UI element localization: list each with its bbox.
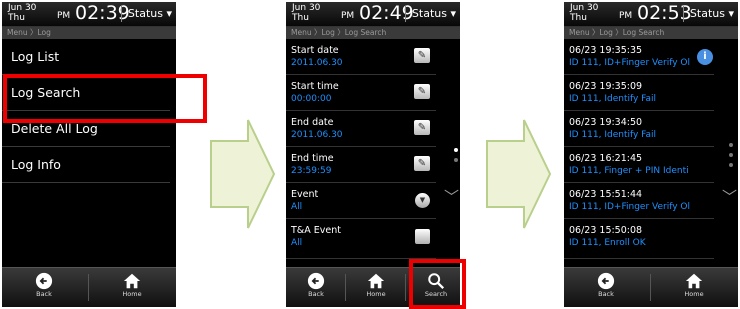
- home-label: Home: [366, 290, 386, 298]
- home-button[interactable]: Home: [358, 268, 394, 307]
- nav-divider: [88, 274, 89, 301]
- device-screen-log-menu: Jun 30 Thu PM 02:39 Status ▾ Menu 〉Log L…: [2, 2, 176, 307]
- bottom-nav-bar: Back Home: [2, 267, 176, 307]
- log-detail: ID 111, Enroll OK: [569, 238, 646, 248]
- event-field[interactable]: Event All ▼: [286, 183, 436, 219]
- date-display: Jun 30 Thu: [8, 3, 37, 23]
- back-arrow-icon: [307, 272, 325, 290]
- menu-item-log-info[interactable]: Log Info: [2, 147, 170, 183]
- breadcrumb: Menu 〉Log 〉Log Search: [286, 27, 460, 39]
- log-datetime: 06/23 19:35:09: [569, 81, 643, 92]
- checkbox[interactable]: [415, 229, 430, 244]
- home-label: Home: [122, 290, 142, 298]
- status-bar: Jun 30 Thu PM 02:39 Status ▾: [2, 2, 176, 27]
- log-detail: ID 111, ID+Finger Verify Ol: [569, 58, 690, 68]
- ta-event-field[interactable]: T&A Event All: [286, 219, 436, 259]
- status-menu-button[interactable]: Status ▾: [682, 6, 738, 22]
- log-datetime: 06/23 19:34:50: [569, 117, 643, 128]
- device-screen-search-results: Jun 30 Thu PM 02:53 Status ▾ Menu 〉Log 〉…: [564, 2, 738, 307]
- flow-arrow-icon: [210, 119, 276, 229]
- log-datetime: 06/23 16:21:45: [569, 153, 643, 164]
- dropdown-icon[interactable]: ▼: [415, 193, 430, 208]
- date-display: Jun 30 Thu: [570, 3, 599, 23]
- status-menu-button[interactable]: Status ▾: [404, 6, 460, 22]
- home-icon: [367, 273, 385, 289]
- log-result-row[interactable]: 06/23 19:35:09 ID 111, Identify Fail: [564, 75, 714, 111]
- start-time-field[interactable]: Start time 00:00:00 ✎: [286, 75, 436, 111]
- nav-divider: [405, 274, 406, 301]
- bottom-nav-bar: Back Home: [564, 267, 738, 307]
- scroll-down-icon[interactable]: ﹀: [722, 190, 737, 205]
- edit-pencil-icon[interactable]: ✎: [414, 156, 430, 171]
- status-menu-button[interactable]: Status ▾: [120, 6, 176, 22]
- page-dot: [454, 158, 458, 162]
- log-detail: ID 111, ID+Finger Verify Ol: [569, 202, 690, 212]
- back-label: Back: [308, 290, 324, 298]
- ampm-label: PM: [341, 11, 355, 21]
- status-bar: Jun 30 Thu PM 02:53 Status ▾: [564, 2, 738, 27]
- breadcrumb: Menu 〉Log: [2, 27, 176, 39]
- start-date-field[interactable]: Start date 2011.06.30 ✎: [286, 39, 436, 75]
- log-result-row[interactable]: 06/23 15:51:44 ID 111, ID+Finger Verify …: [564, 183, 714, 219]
- edit-pencil-icon[interactable]: ✎: [414, 120, 430, 135]
- back-arrow-icon: [597, 272, 615, 290]
- back-button[interactable]: Back: [586, 268, 626, 307]
- log-datetime: 06/23 19:35:35: [569, 45, 643, 56]
- page-dot: [729, 153, 733, 157]
- log-result-row[interactable]: 06/23 19:35:35 ID 111, ID+Finger Verify …: [564, 39, 714, 75]
- home-icon: [123, 273, 141, 289]
- highlight-box-search-button: [409, 259, 466, 309]
- page-dot: [729, 163, 733, 167]
- log-result-row[interactable]: 06/23 15:50:08 ID 111, Enroll OK: [564, 219, 714, 259]
- field-value: All: [291, 202, 303, 212]
- log-detail: ID 111, Finger + PIN Identi: [569, 166, 689, 176]
- breadcrumb: Menu 〉Log 〉Log Search: [564, 27, 738, 39]
- nav-divider: [345, 274, 346, 301]
- date-display: Jun 30 Thu: [292, 3, 321, 23]
- back-arrow-icon: [35, 272, 53, 290]
- log-detail: ID 111, Identify Fail: [569, 130, 657, 140]
- page-dot-active: [454, 148, 458, 152]
- home-button[interactable]: Home: [674, 268, 714, 307]
- log-result-row[interactable]: 06/23 19:34:50 ID 111, Identify Fail: [564, 111, 714, 147]
- end-date-field[interactable]: End date 2011.06.30 ✎: [286, 111, 436, 147]
- page-dot: [729, 143, 733, 147]
- ampm-label: PM: [57, 11, 71, 21]
- scroll-down-icon[interactable]: ﹀: [444, 190, 459, 205]
- home-icon: [685, 273, 703, 289]
- back-label: Back: [36, 290, 52, 298]
- log-detail: ID 111, Identify Fail: [569, 94, 657, 104]
- log-result-row[interactable]: 06/23 16:21:45 ID 111, Finger + PIN Iden…: [564, 147, 714, 183]
- log-datetime: 06/23 15:51:44: [569, 189, 643, 200]
- back-label: Back: [598, 290, 614, 298]
- info-icon[interactable]: i: [697, 49, 713, 65]
- highlight-box-log-search: [3, 74, 207, 123]
- home-label: Home: [684, 290, 704, 298]
- status-bar: Jun 30 Thu PM 02:49 Status ▾: [286, 2, 460, 27]
- flow-arrow-icon: [486, 119, 552, 229]
- back-button[interactable]: Back: [298, 268, 334, 307]
- edit-pencil-icon[interactable]: ✎: [414, 48, 430, 63]
- edit-pencil-icon[interactable]: ✎: [414, 84, 430, 99]
- ampm-label: PM: [619, 11, 633, 21]
- home-button[interactable]: Home: [112, 268, 152, 307]
- nav-divider: [650, 274, 651, 301]
- menu-item-log-list[interactable]: Log List: [2, 39, 170, 75]
- back-button[interactable]: Back: [24, 268, 64, 307]
- log-datetime: 06/23 15:50:08: [569, 225, 643, 236]
- end-time-field[interactable]: End time 23:59:59 ✎: [286, 147, 436, 183]
